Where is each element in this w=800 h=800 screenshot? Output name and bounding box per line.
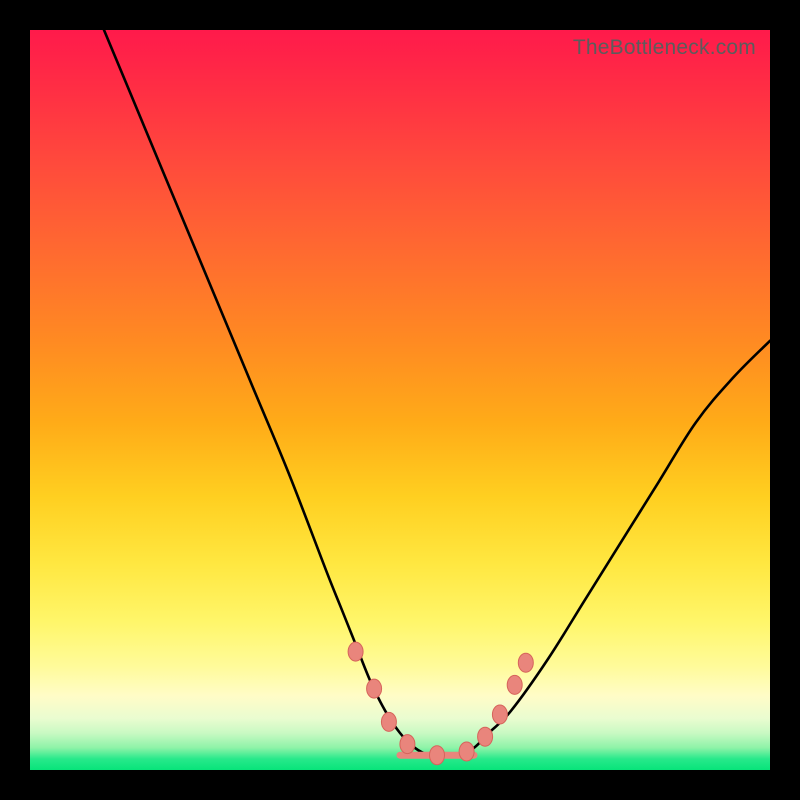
chart-frame: TheBottleneck.com xyxy=(0,0,800,800)
curve-marker xyxy=(348,642,363,661)
curve-markers-group xyxy=(348,642,533,765)
curve-marker xyxy=(400,735,415,754)
curve-marker xyxy=(430,746,445,765)
curve-marker xyxy=(507,675,522,694)
curve-marker xyxy=(478,727,493,746)
bottleneck-curve-svg xyxy=(30,30,770,770)
bottleneck-curve-path xyxy=(104,30,770,756)
curve-marker xyxy=(381,712,396,731)
plot-area: TheBottleneck.com xyxy=(30,30,770,770)
curve-marker xyxy=(459,742,474,761)
curve-marker xyxy=(518,653,533,672)
curve-marker xyxy=(492,705,507,724)
curve-marker xyxy=(367,679,382,698)
